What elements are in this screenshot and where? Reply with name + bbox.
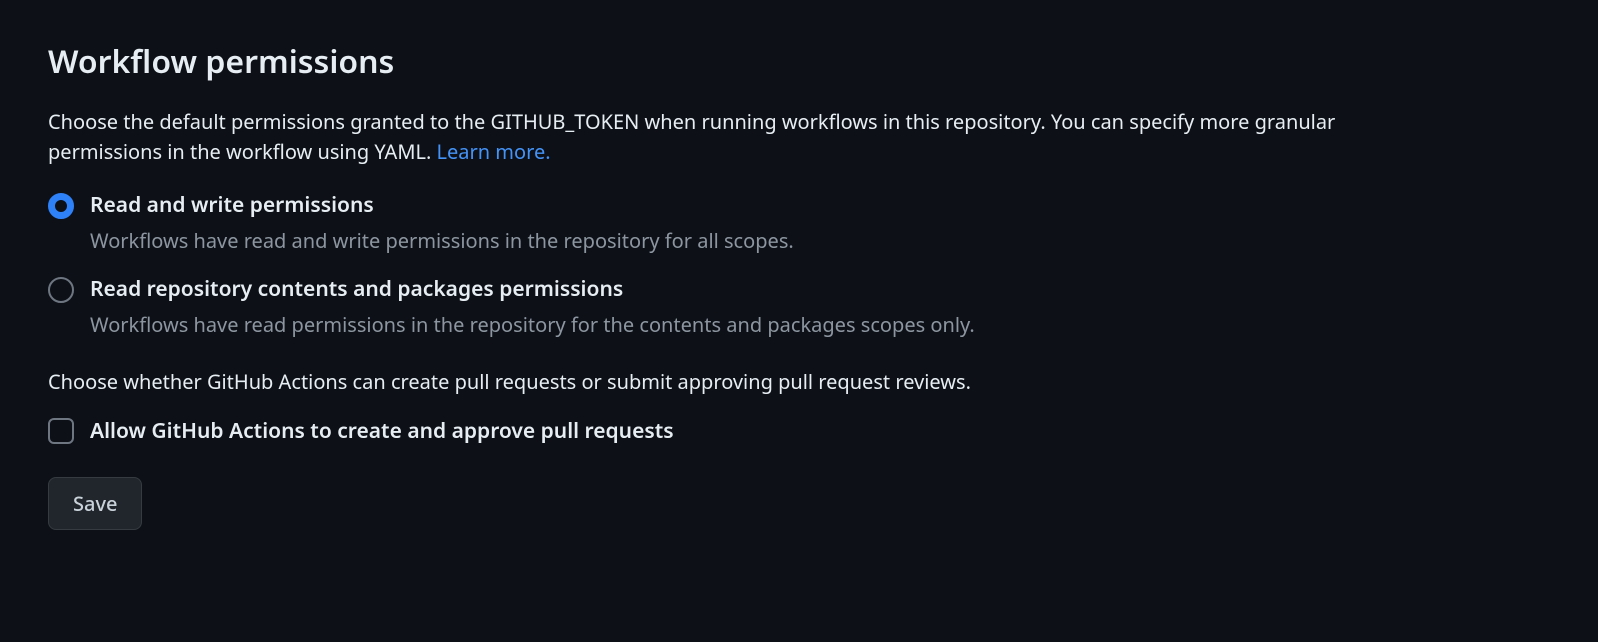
radio-content: Read repository contents and packages pe… [90, 275, 1550, 339]
section-description: Choose the default permissions granted t… [48, 107, 1448, 167]
radio-option-read-only: Read repository contents and packages pe… [48, 275, 1550, 339]
radio-option-read-write: Read and write permissions Workflows hav… [48, 191, 1550, 255]
permissions-radio-group: Read and write permissions Workflows hav… [48, 191, 1550, 339]
radio-button-read-write[interactable] [48, 193, 74, 219]
radio-label-read-write[interactable]: Read and write permissions [90, 191, 1550, 219]
radio-content: Read and write permissions Workflows hav… [90, 191, 1550, 255]
checkbox-label-allow-pr[interactable]: Allow GitHub Actions to create and appro… [90, 417, 674, 445]
checkbox-row-allow-pr: Allow GitHub Actions to create and appro… [48, 417, 1550, 445]
description-text: Choose the default permissions granted t… [48, 108, 1335, 165]
learn-more-link[interactable]: Learn more. [437, 138, 551, 165]
radio-button-read-only[interactable] [48, 277, 74, 303]
radio-description-read-write: Workflows have read and write permission… [90, 227, 1550, 255]
save-button[interactable]: Save [48, 477, 142, 530]
radio-label-read-only[interactable]: Read repository contents and packages pe… [90, 275, 1550, 303]
checkbox-allow-pr[interactable] [48, 418, 74, 444]
section-title: Workflow permissions [48, 40, 1550, 83]
radio-description-read-only: Workflows have read permissions in the r… [90, 311, 1550, 339]
secondary-description: Choose whether GitHub Actions can create… [48, 367, 1550, 397]
